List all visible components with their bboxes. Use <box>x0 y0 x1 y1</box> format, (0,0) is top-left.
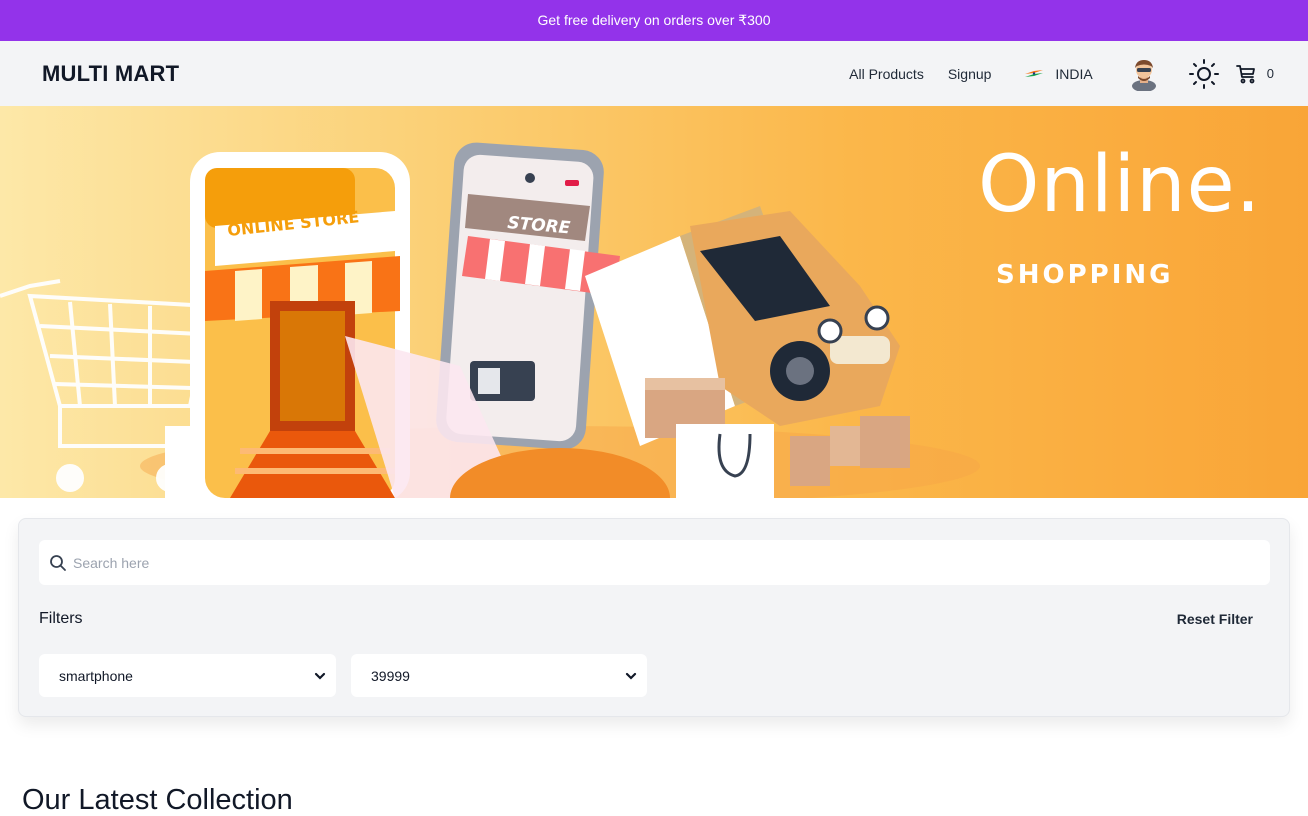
reset-filter-button[interactable]: Reset Filter <box>1177 611 1253 627</box>
filters-heading: Filters <box>39 610 83 627</box>
hero-subtitle: SHOPPING <box>996 260 1174 290</box>
sun-icon[interactable] <box>1187 57 1221 91</box>
nav-all-products[interactable]: All Products <box>849 66 924 82</box>
country-label: INDIA <box>1055 65 1093 82</box>
india-flag-icon <box>1025 70 1044 77</box>
price-select-value: 39999 <box>371 667 410 684</box>
cart-count: 0 <box>1266 66 1274 81</box>
nav-menu: All Products Signup INDIA 0 <box>849 41 1274 106</box>
cart-icon <box>1235 64 1255 83</box>
brand-logo[interactable]: MULTI MART <box>42 61 179 87</box>
search-input[interactable] <box>73 554 1253 571</box>
promo-banner: Get free delivery on orders over ₹300 <box>0 0 1308 41</box>
search-bar[interactable] <box>39 540 1270 585</box>
online-store-illustration <box>190 152 410 498</box>
promo-text: Get free delivery on orders over ₹300 <box>537 12 771 28</box>
price-select[interactable]: 39999 <box>351 654 647 697</box>
navbar: MULTI MART All Products Signup INDIA 0 <box>0 41 1308 106</box>
category-select-value: smartphone <box>59 667 133 684</box>
cart-button[interactable]: 0 <box>1235 63 1274 85</box>
collection-title: Our Latest Collection <box>22 784 293 816</box>
nav-signup[interactable]: Signup <box>948 66 992 82</box>
filter-panel: Filters Reset Filter smartphone 39999 <box>18 518 1290 717</box>
country-selector[interactable]: INDIA <box>1025 65 1093 82</box>
hero-banner: ONLINE STORE STORE Online. SHOPPING <box>0 106 1308 498</box>
search-icon <box>50 554 66 571</box>
hero-title: Online. <box>978 140 1262 230</box>
chevron-down-icon <box>625 672 637 680</box>
user-avatar-icon[interactable] <box>1129 57 1159 91</box>
chevron-down-icon <box>314 672 326 680</box>
delivery-truck-illustration <box>585 206 900 446</box>
category-select[interactable]: smartphone <box>39 654 336 697</box>
